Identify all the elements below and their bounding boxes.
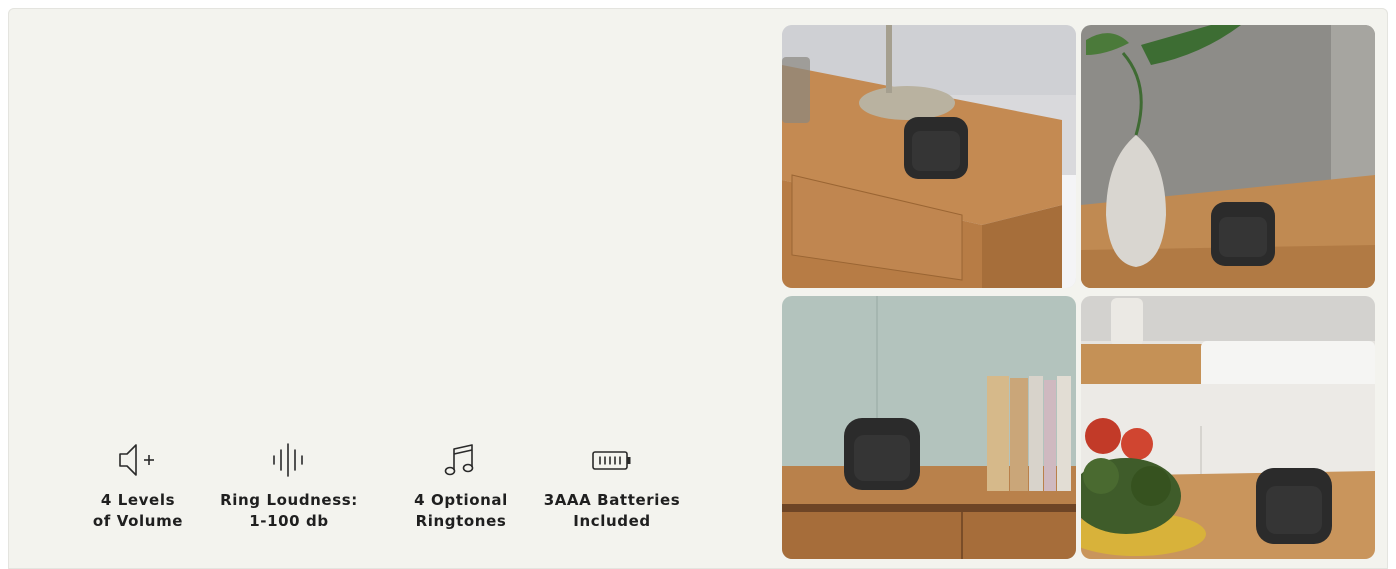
feature-label: Ring Loudness: 1-100 db <box>220 491 358 530</box>
photo-kitchen-doorbell <box>1081 296 1375 559</box>
music-note-icon <box>444 444 474 476</box>
sound-wave-icon <box>273 443 303 477</box>
photo-nightstand-doorbell <box>782 25 1076 288</box>
photo-bookshelf-doorbell <box>782 296 1076 559</box>
speaker-volume-plus-icon <box>119 444 154 476</box>
feature-ring-loudness: Ring Loudness: 1-100 db <box>210 440 368 532</box>
feature-volume-levels: 4 Levels of Volume <box>68 440 208 532</box>
product-feature-panel: 4 Levels of Volume Ring Loudness: 1-100 … <box>8 8 1388 569</box>
feature-label: 4 Levels of Volume <box>92 491 184 530</box>
feature-batteries: 3AAA Batteries Included <box>526 440 698 532</box>
photo-vase-doorbell <box>1081 25 1375 288</box>
feature-label: 4 Optional Ringtones <box>414 491 508 530</box>
feature-ringtones: 4 Optional Ringtones <box>386 440 536 532</box>
battery-icon <box>592 451 631 470</box>
feature-list: 4 Levels of Volume Ring Loudness: 1-100 … <box>68 440 708 540</box>
feature-label: 3AAA Batteries Included <box>543 491 681 530</box>
